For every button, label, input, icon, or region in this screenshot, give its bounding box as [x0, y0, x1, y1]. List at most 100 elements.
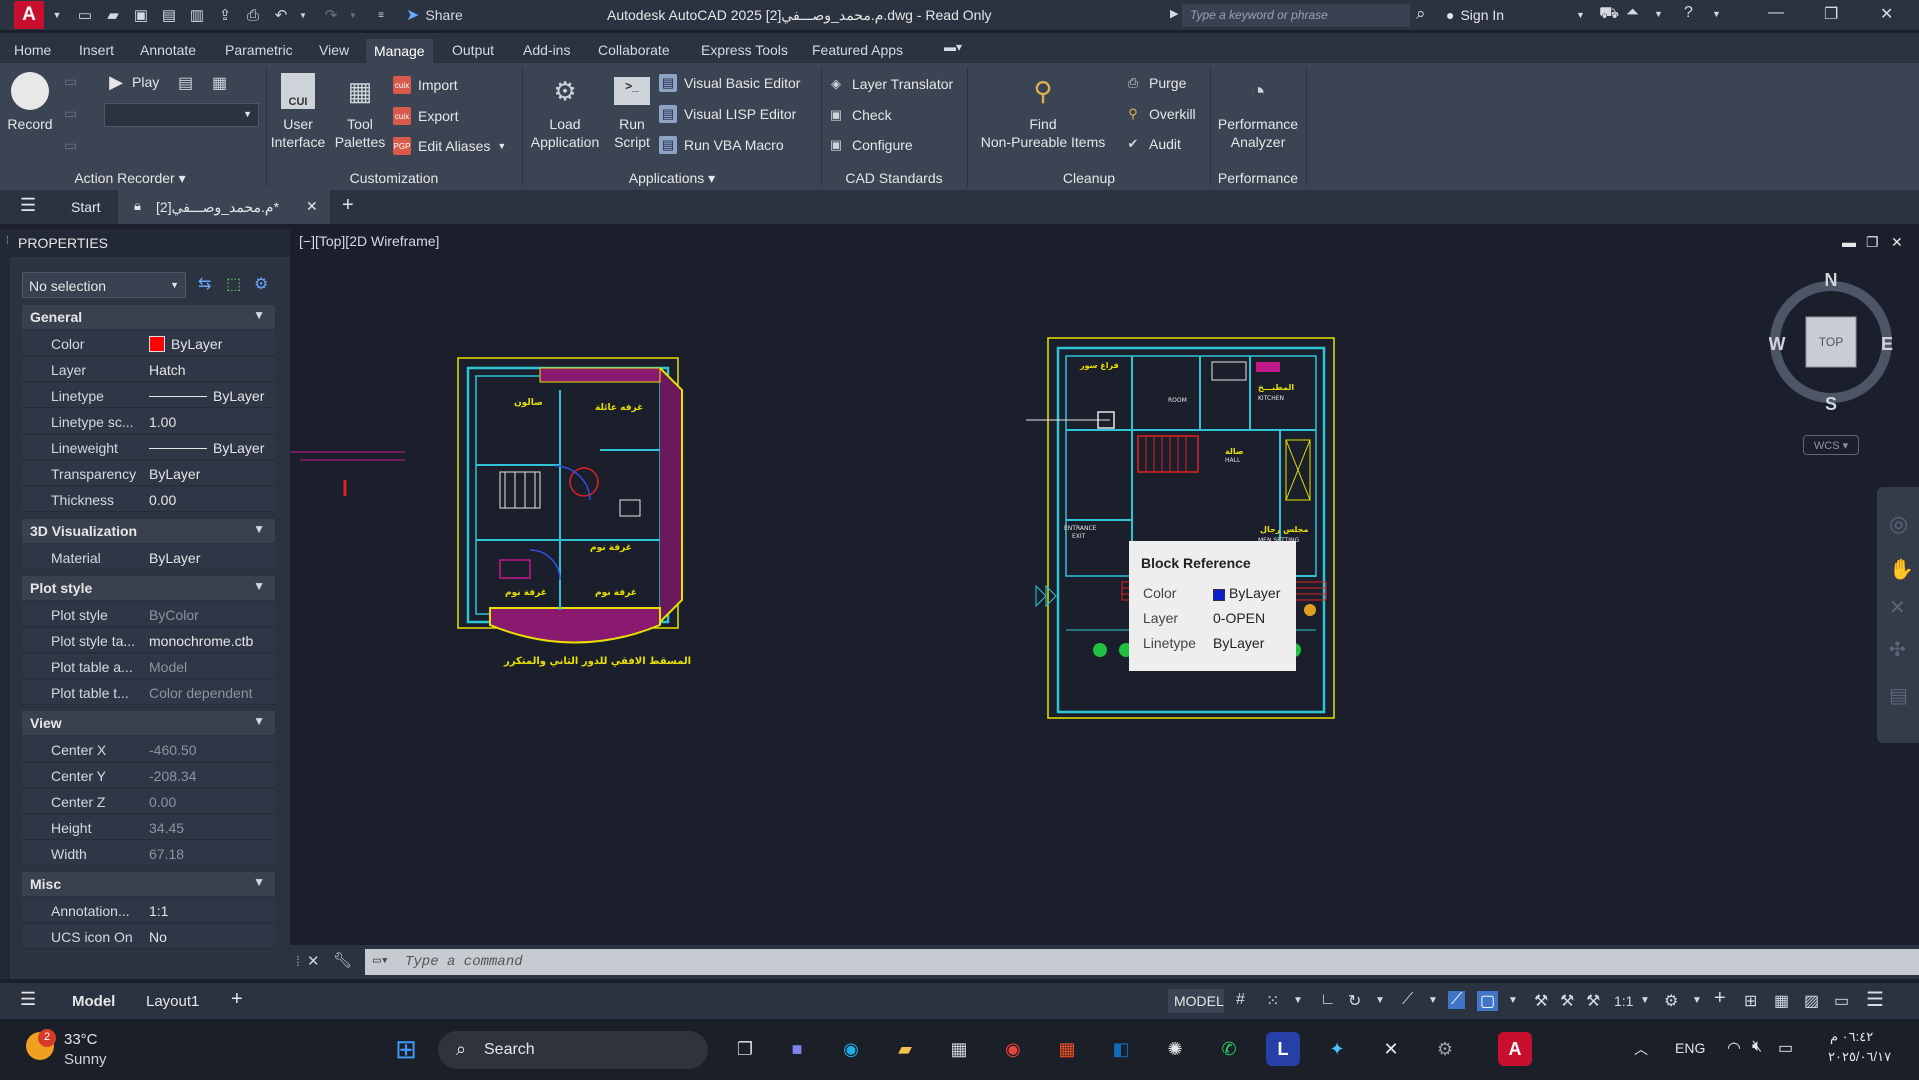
prop-row-linetype[interactable]: Linetype ByLayer [22, 383, 275, 409]
overkill-button[interactable]: ⚲ Overkill [1124, 105, 1195, 123]
preference-icon[interactable]: ▤ [178, 73, 193, 93]
prop-row-thickness[interactable]: Thickness 0.00 [22, 487, 275, 513]
performance-analyzer-button[interactable]: ◔ Performance Analyzer [1210, 71, 1306, 151]
help-icon[interactable]: ? [1684, 4, 1693, 22]
prop-row-ucs-icon-on[interactable]: UCS icon On No [22, 924, 275, 950]
prop-row-material[interactable]: Material ByLayer [22, 545, 275, 571]
units-icon[interactable]: ⊞ [1744, 991, 1757, 1011]
start-tab[interactable]: Start [71, 199, 101, 215]
zoom-extents-icon[interactable]: ✕ [1889, 595, 1906, 620]
copilot-icon[interactable]: ✦ [1320, 1032, 1354, 1066]
viewport-close-icon[interactable]: ✕ [1891, 234, 1903, 251]
wcs-menu[interactable]: WCS ▾ [1803, 435, 1859, 455]
record-button[interactable]: Record [4, 71, 56, 133]
prop-row-layer[interactable]: Layer Hatch [22, 357, 275, 383]
compass-w[interactable]: W [1769, 334, 1786, 354]
compass-n[interactable]: N [1825, 270, 1838, 290]
ribbon-toggle-icon[interactable]: ▬▾ [944, 40, 962, 54]
wifi-icon[interactable]: ◠ [1727, 1038, 1741, 1058]
layer-translator-button[interactable]: ◈ Layer Translator [827, 75, 953, 93]
recent-commands-icon[interactable]: ▭▾ [373, 953, 389, 968]
orbit-icon[interactable]: ✣ [1889, 637, 1906, 662]
new-file-icon[interactable]: ▭ [74, 5, 96, 25]
print-icon[interactable]: ⎙ [242, 5, 264, 25]
run-vba-macro-button[interactable]: ▤ Run VBA Macro [659, 136, 784, 154]
select-objects-icon[interactable]: ⬚ [226, 274, 248, 296]
workspace-dropdown-icon[interactable]: ▼ [1692, 995, 1702, 1006]
selection-dropdown[interactable]: No selection ▼ [22, 272, 186, 298]
viewport-minimize-icon[interactable]: ▬ [1842, 234, 1856, 250]
section-3d-visualization[interactable]: 3D Visualization ▼ [22, 519, 275, 543]
edit-aliases-button[interactable]: PGP Edit Aliases ▼ [393, 137, 506, 155]
autodesk-account-icon[interactable]: ⏶ [1626, 4, 1639, 22]
run-script-button[interactable]: >_ Run Script [608, 71, 656, 151]
graphics-performance-icon[interactable]: ▨ [1804, 991, 1819, 1011]
workspace-gear-icon[interactable]: ⚙ [1664, 991, 1678, 1011]
properties-title[interactable]: ⁞ PROPERTIES [0, 229, 290, 257]
macro-select[interactable]: ▼ [104, 103, 259, 127]
share-button[interactable]: ➤ Share [406, 5, 463, 25]
applications-title[interactable]: Applications ▾ [522, 170, 822, 187]
prop-row-color[interactable]: Color ByLayer [22, 331, 275, 357]
pan-hand-icon[interactable]: ✋ [1889, 557, 1914, 582]
chatgpt-icon[interactable]: ✺ [1158, 1032, 1192, 1066]
tab-express-tools[interactable]: Express Tools [701, 42, 788, 58]
minimize-icon[interactable]: — [1768, 4, 1784, 22]
account-dropdown-icon[interactable]: ▼ [1654, 9, 1663, 19]
section-plot-style[interactable]: Plot style ▼ [22, 576, 275, 600]
calculator-icon[interactable]: ▦ [942, 1032, 976, 1066]
compass-e[interactable]: E [1881, 334, 1893, 354]
customize-wrench-icon[interactable]: 🔧︎ [333, 951, 352, 969]
close-icon[interactable]: ✕ [1880, 4, 1893, 24]
tab-parametric[interactable]: Parametric [225, 42, 293, 58]
prop-row-plot-style-table[interactable]: Plot style ta... monochrome.ctb [22, 628, 275, 654]
hamburger-menu-icon[interactable]: ☰ [20, 195, 36, 216]
dropdown-arrow-icon[interactable]: ▼ [46, 5, 68, 25]
tab-featured-apps[interactable]: Featured Apps [812, 42, 903, 58]
outlook-icon[interactable]: ◧ [1104, 1032, 1138, 1066]
open-folder-icon[interactable]: ▰ [102, 5, 124, 25]
prop-row-linetype-scale[interactable]: Linetype sc... 1.00 [22, 409, 275, 435]
annotation-visibility-icon[interactable]: ⚒ [1534, 991, 1548, 1011]
section-misc[interactable]: Misc ▼ [22, 872, 275, 896]
help-dropdown-icon[interactable]: ▼ [1712, 9, 1721, 19]
file-explorer-icon[interactable]: ▰ [888, 1032, 922, 1066]
publish-icon[interactable]: ▥ [186, 5, 208, 25]
cart-icon[interactable]: ⛟ [1599, 4, 1619, 24]
tab-view[interactable]: View [319, 42, 349, 58]
store-icon[interactable]: ▦ [1050, 1032, 1084, 1066]
prop-row-center-y[interactable]: Center Y -208.34 [22, 763, 275, 789]
layout1-tab[interactable]: Layout1 [146, 993, 199, 1010]
redo-dropdown-icon[interactable]: ▼ [342, 5, 364, 25]
action-recorder-title[interactable]: Action Recorder ▾ [60, 170, 200, 187]
prop-row-plot-table-attached[interactable]: Plot table a... Model [22, 654, 275, 680]
visual-basic-editor-button[interactable]: ▤ Visual Basic Editor [659, 74, 800, 92]
customize-qat-icon[interactable]: ≡ [370, 5, 392, 25]
configure-button[interactable]: ▣ Configure [827, 136, 913, 154]
viewcube[interactable]: TOP N S E W [1769, 270, 1894, 422]
weather-temp[interactable]: 33°C [64, 1031, 98, 1048]
quick-properties-icon[interactable]: ▦ [1774, 991, 1789, 1011]
insert-message-icon[interactable]: ▭ [64, 73, 77, 90]
recorder-settings-icon[interactable]: ▭ [64, 137, 77, 154]
find-non-purgeable-button[interactable]: ⚲ Find Non-Pureable Items [968, 71, 1118, 151]
ortho-icon[interactable]: ∟ [1320, 991, 1336, 1009]
clock-time[interactable]: ٠٦:٤٢ م [1830, 1029, 1873, 1045]
tab-home[interactable]: Home [14, 42, 51, 58]
palette-side-strip[interactable] [0, 257, 10, 979]
document-tab[interactable]: 🔒︎ م.محمد_وصـــفي[2]* ✕ [118, 190, 330, 224]
section-view[interactable]: View ▼ [22, 711, 275, 735]
import-button[interactable]: cuix Import [393, 76, 458, 94]
model-tab[interactable]: Model [72, 993, 115, 1010]
compass-s[interactable]: S [1825, 394, 1837, 414]
auto-scale-icon[interactable]: ⚒ [1560, 991, 1574, 1011]
audit-button[interactable]: ✔ Audit [1124, 135, 1181, 153]
chrome-icon[interactable]: ◉ [996, 1032, 1030, 1066]
layout-menu-icon[interactable]: ☰ [20, 989, 36, 1010]
sign-in-button[interactable]: ● Sign In [1446, 7, 1504, 23]
annotation-monitor-icon[interactable]: + [1714, 987, 1726, 1010]
grid-icon[interactable]: # [1236, 991, 1245, 1009]
teams-icon[interactable]: ■ [780, 1032, 814, 1066]
snap-dropdown-icon[interactable]: ▼ [1293, 995, 1303, 1006]
viewport-controls-label[interactable]: [−][Top][2D Wireframe] [299, 233, 439, 249]
